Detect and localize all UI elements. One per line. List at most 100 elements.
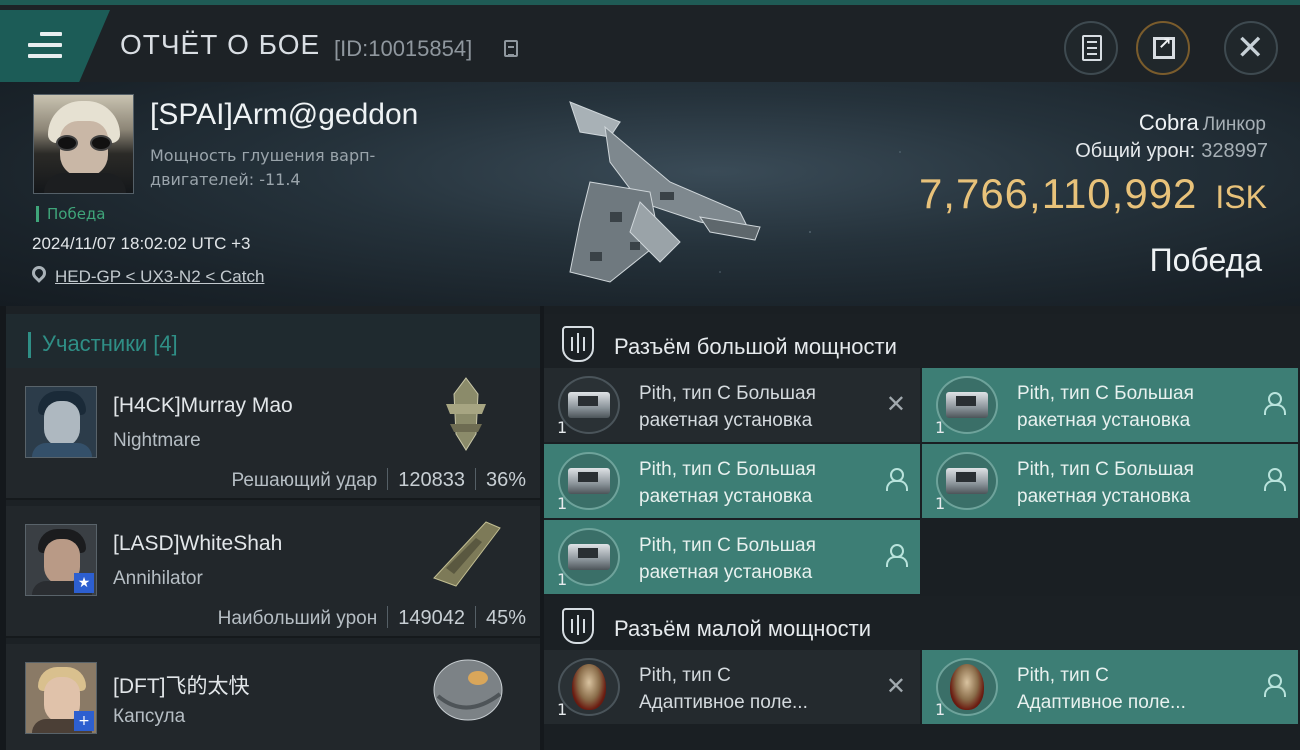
isk-loss: 7,766,110,992 ISK xyxy=(919,170,1267,218)
module-item[interactable]: 1 Pith, тип C Большая ракетная установка xyxy=(544,444,920,518)
capsule-icon xyxy=(433,659,503,721)
participant-percent: 36% xyxy=(485,469,526,491)
module-item[interactable]: 1 Pith, тип C Большая ракетная установка xyxy=(922,368,1298,442)
total-damage-label: Общий урон: xyxy=(1075,140,1196,162)
victim-avatar[interactable] xyxy=(33,94,134,194)
module-item[interactable]: 1 Pith, тип C Большая ракетная установка … xyxy=(544,368,920,442)
module-qty: 1 xyxy=(557,570,568,589)
star-badge-icon: ★ xyxy=(74,573,94,593)
status-tag: Победа xyxy=(36,206,106,222)
dropped-person-icon xyxy=(886,468,908,491)
ship-name: Cobra xyxy=(1138,110,1199,135)
victim-name[interactable]: [SPAI]Arm@geddon xyxy=(150,98,418,132)
module-name: Pith, тип C Большая ракетная установка xyxy=(639,535,816,583)
module-name: Pith, тип C Адаптивное поле... xyxy=(1017,665,1186,713)
notes-button[interactable] xyxy=(1064,21,1118,75)
participant-avatar: + xyxy=(25,662,97,734)
module-qty: 1 xyxy=(935,700,946,719)
participant-stats: Решающий удар 120833 36% xyxy=(232,468,526,492)
location-link[interactable]: HED-GP < UX3-N2 < Catch xyxy=(55,267,264,287)
module-name: Pith, тип C Большая ракетная установка xyxy=(1017,383,1194,431)
dropped-person-icon xyxy=(1264,392,1286,415)
module-item[interactable]: 1 Pith, тип C Адаптивное поле... xyxy=(922,650,1298,724)
participant-percent: 45% xyxy=(485,607,526,629)
participant-name: [DFT]飞的太快 xyxy=(113,675,250,698)
participant-avatar xyxy=(25,386,97,458)
victim-ship-image[interactable] xyxy=(550,92,770,297)
ship-class: Линкор xyxy=(1202,114,1266,135)
participants-header: Участники [4] xyxy=(6,314,540,374)
module-item[interactable]: 1 Pith, тип C Большая ракетная установка xyxy=(544,520,920,594)
participant-name: [H4CK]Murray Mao xyxy=(113,394,293,417)
missile-launcher-icon xyxy=(936,452,998,510)
participant-role: Наибольший урон xyxy=(217,608,378,629)
participant-name: [LASD]WhiteShah xyxy=(113,532,283,555)
participant-damage: 149042 xyxy=(398,607,465,629)
close-icon: ✕ xyxy=(1236,28,1265,68)
destroyed-icon: ✕ xyxy=(885,390,906,418)
dropped-person-icon xyxy=(1264,468,1286,491)
low-slot-icon xyxy=(562,608,594,644)
low-slots-header: Разъём малой мощности xyxy=(544,596,1300,654)
module-qty: 1 xyxy=(557,494,568,513)
victim-ship: Cobra Линкор xyxy=(1139,110,1266,136)
module-qty: 1 xyxy=(935,418,946,437)
victim-note: Мощность глушения варп-двигателей: -11.4 xyxy=(150,146,376,189)
participant-card[interactable]: + [DFT]飞的太快 Капсула xyxy=(6,644,540,750)
participants-title: Участники [4] xyxy=(42,331,178,356)
module-name: Pith, тип C Большая ракетная установка xyxy=(1017,459,1194,507)
copy-icon[interactable] xyxy=(504,40,518,57)
module-qty: 1 xyxy=(557,700,568,719)
participant-ship-icon xyxy=(446,377,486,451)
participant-role: Решающий удар xyxy=(231,470,378,491)
module-qty: 1 xyxy=(557,418,568,437)
adaptive-field-icon xyxy=(558,658,620,716)
total-damage-value: 328997 xyxy=(1201,140,1268,162)
participant-damage: 120833 xyxy=(398,469,465,491)
missile-launcher-icon xyxy=(558,528,620,586)
notes-icon xyxy=(1082,35,1102,61)
participant-card[interactable]: ★ [LASD]WhiteShah Annihilator Наибольший… xyxy=(6,506,540,638)
participant-ship-icon xyxy=(433,521,501,587)
adaptive-field-icon xyxy=(936,658,998,716)
module-name: Pith, тип C Большая ракетная установка xyxy=(639,383,816,431)
menu-icon xyxy=(28,32,62,65)
isk-unit: ISK xyxy=(1215,179,1267,215)
share-icon xyxy=(1153,34,1175,59)
module-name: Pith, тип C Адаптивное поле... xyxy=(639,665,808,713)
module-name: Pith, тип C Большая ракетная установка xyxy=(639,459,816,507)
high-slots-header: Разъём большой мощности xyxy=(544,314,1300,372)
module-qty: 1 xyxy=(935,494,946,513)
close-button[interactable]: ✕ xyxy=(1224,21,1278,75)
participant-ship: Annihilator xyxy=(113,568,203,589)
low-slots-title: Разъём малой мощности xyxy=(614,616,872,641)
participant-card[interactable]: [H4CK]Murray Mao Nightmare Решающий удар… xyxy=(6,368,540,500)
share-button[interactable] xyxy=(1136,21,1190,75)
module-item[interactable]: 1 Pith, тип C Большая ракетная установка xyxy=(922,444,1298,518)
module-item[interactable]: 1 Pith, тип C Адаптивное поле... ✕ xyxy=(544,650,920,724)
missile-launcher-icon xyxy=(558,452,620,510)
dropped-person-icon xyxy=(886,544,908,567)
participant-stats: Наибольший урон 149042 45% xyxy=(218,606,526,630)
participant-avatar: ★ xyxy=(25,524,97,596)
menu-button[interactable] xyxy=(0,10,110,82)
high-slots-title: Разъём большой мощности xyxy=(614,334,897,359)
top-bar: ОТЧЁТ О БОЕ [ID:10015854] ✕ xyxy=(0,0,1300,82)
battle-result: Победа xyxy=(1149,242,1262,278)
dropped-person-icon xyxy=(1264,674,1286,697)
page-title: ОТЧЁТ О БОЕ xyxy=(120,29,321,60)
participant-ship: Капсула xyxy=(113,706,186,727)
missile-launcher-icon xyxy=(936,376,998,434)
victim-summary: [SPAI]Arm@geddon Мощность глушения варп-… xyxy=(0,82,1300,306)
destroyed-icon: ✕ xyxy=(885,672,906,700)
isk-value: 7,766,110,992 xyxy=(918,170,1198,217)
participant-ship: Nightmare xyxy=(113,430,201,451)
high-slot-icon xyxy=(562,326,594,362)
participants-panel: Участники [4] [H4CK]Murray Mao Nightmare… xyxy=(6,306,540,750)
total-damage: Общий урон: 328997 xyxy=(1075,140,1268,163)
kill-datetime: 2024/11/07 18:02:02 UTC +3 xyxy=(32,234,251,253)
fittings-panel: Разъём большой мощности 1 Pith, тип C Бо… xyxy=(544,306,1300,750)
plus-badge-icon: + xyxy=(74,711,94,731)
report-id: [ID:10015854] xyxy=(334,36,473,61)
missile-launcher-icon xyxy=(558,376,620,434)
